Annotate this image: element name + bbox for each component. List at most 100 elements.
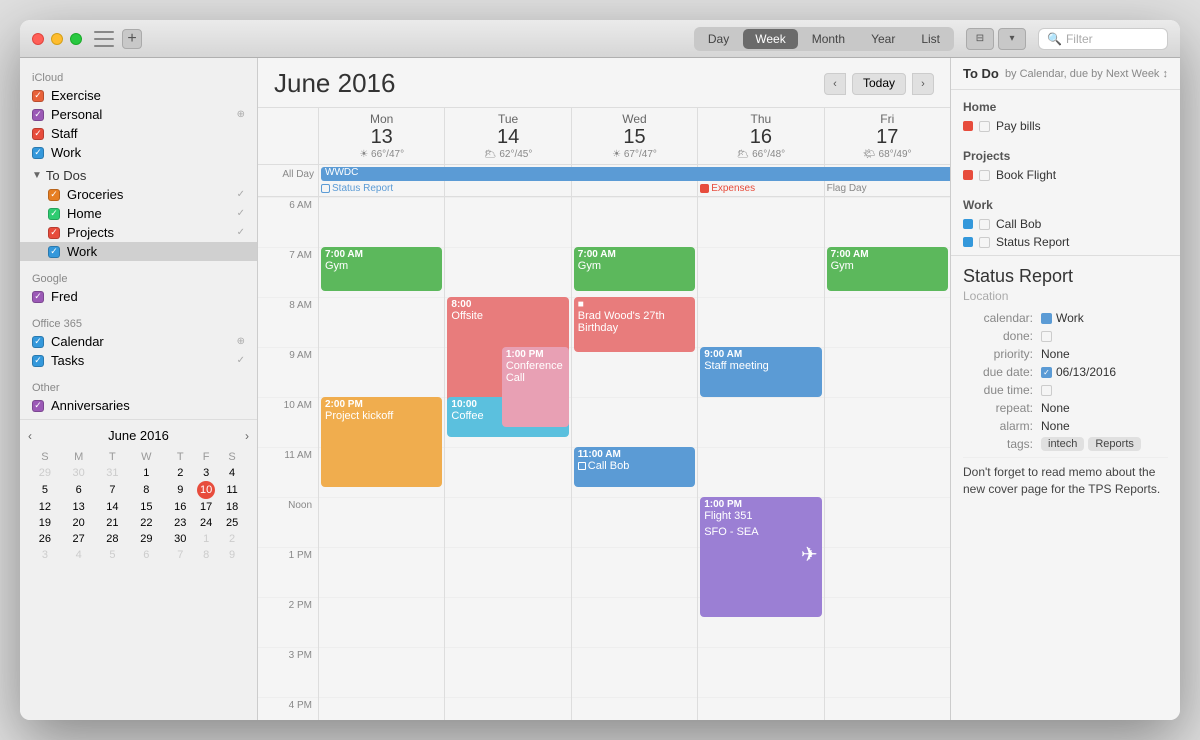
- time-scroll-area[interactable]: 6 AM 7 AM 8 AM 9 AM 10 AM 11 AM Noon 1 P…: [258, 197, 950, 720]
- mini-cal-prev[interactable]: ‹: [28, 429, 32, 443]
- sidebar-item-projects[interactable]: ✓ Projects ✓: [20, 223, 257, 242]
- mini-cal-day[interactable]: 29: [129, 531, 163, 547]
- mini-cal-day[interactable]: 14: [96, 499, 130, 515]
- add-calendar-button[interactable]: +: [122, 29, 142, 49]
- fri-gym-event[interactable]: 7:00 AM Gym: [827, 247, 948, 291]
- sidebar-item-calendar[interactable]: ✓ Calendar ⊕: [20, 332, 257, 351]
- tasks-checkbox[interactable]: ✓: [32, 355, 44, 367]
- sidebar-item-exercise[interactable]: ✓ Exercise: [20, 86, 257, 105]
- mini-cal-day[interactable]: 4: [215, 465, 249, 481]
- mini-cal-day[interactable]: 4: [62, 547, 96, 563]
- mini-cal-next[interactable]: ›: [245, 429, 249, 443]
- statusreport-checkbox[interactable]: [979, 237, 990, 248]
- allday-wwdc-event[interactable]: WWDC: [321, 167, 950, 181]
- thu-staffmeeting-event[interactable]: 9:00 AM Staff meeting: [700, 347, 821, 397]
- staff-checkbox[interactable]: ✓: [32, 128, 44, 140]
- tag-reports[interactable]: Reports: [1088, 437, 1141, 451]
- callbob-checkbox[interactable]: [979, 219, 990, 230]
- mini-cal-day[interactable]: 16: [163, 499, 197, 515]
- mon-project-event[interactable]: 2:00 PM Project kickoff: [321, 397, 442, 487]
- mini-cal-day[interactable]: 23: [163, 515, 197, 531]
- mini-cal-day[interactable]: 2: [163, 465, 197, 481]
- sidebar-item-fred[interactable]: ✓ Fred: [20, 287, 257, 306]
- sidebar-item-staff[interactable]: ✓ Staff: [20, 124, 257, 143]
- mini-cal-today[interactable]: 10: [197, 481, 215, 499]
- calendar-checkbox[interactable]: ✓: [32, 336, 44, 348]
- mini-cal-day[interactable]: 7: [163, 547, 197, 563]
- sidebar-item-work-todo[interactable]: ✓ Work: [20, 242, 257, 261]
- mini-cal-day[interactable]: 29: [28, 465, 62, 481]
- sidebar-item-anniversaries[interactable]: ✓ Anniversaries: [20, 396, 257, 415]
- mini-cal-day[interactable]: 27: [62, 531, 96, 547]
- duedate-checkbox[interactable]: ✓: [1041, 367, 1052, 378]
- mini-cal-day[interactable]: 30: [163, 531, 197, 547]
- next-week-button[interactable]: ›: [912, 73, 934, 95]
- mini-cal-day[interactable]: 30: [62, 465, 96, 481]
- mini-cal-day[interactable]: 24: [197, 515, 215, 531]
- projects-checkbox[interactable]: ✓: [48, 227, 60, 239]
- tab-day[interactable]: Day: [696, 29, 741, 49]
- wed-gym-event[interactable]: 7:00 AM Gym: [574, 247, 695, 291]
- mini-cal-day[interactable]: 3: [197, 465, 215, 481]
- fred-checkbox[interactable]: ✓: [32, 291, 44, 303]
- tab-month[interactable]: Month: [800, 29, 857, 49]
- duetime-checkbox[interactable]: [1041, 385, 1052, 396]
- mini-cal-day[interactable]: 3: [28, 547, 62, 563]
- mini-cal-day[interactable]: 18: [215, 499, 249, 515]
- todo-item-callbob[interactable]: Call Bob: [963, 215, 1168, 233]
- filter-input[interactable]: 🔍 Filter: [1038, 28, 1168, 50]
- mini-cal-day[interactable]: 11: [215, 481, 249, 499]
- work-checkbox[interactable]: ✓: [32, 147, 44, 159]
- todo-item-bookflight[interactable]: Book Flight: [963, 166, 1168, 184]
- groceries-checkbox[interactable]: ✓: [48, 189, 60, 201]
- todo-sort[interactable]: by Calendar, due by Next Week ↕: [1005, 68, 1168, 80]
- wed-birthday-event[interactable]: ■ Brad Wood's 27th Birthday: [574, 297, 695, 352]
- mini-cal-day[interactable]: 25: [215, 515, 249, 531]
- mini-cal-day[interactable]: 17: [197, 499, 215, 515]
- todo-item-paybills[interactable]: Pay bills: [963, 117, 1168, 135]
- tab-week[interactable]: Week: [743, 29, 797, 49]
- today-button[interactable]: Today: [852, 73, 906, 95]
- mini-cal-day[interactable]: 12: [28, 499, 62, 515]
- close-button[interactable]: [32, 33, 44, 45]
- prev-week-button[interactable]: ‹: [824, 73, 846, 95]
- mon-gym-event[interactable]: 7:00 AM Gym: [321, 247, 442, 291]
- mini-cal-day[interactable]: 15: [129, 499, 163, 515]
- sidebar-item-work[interactable]: ✓ Work: [20, 143, 257, 162]
- allday-expenses-event[interactable]: Expenses: [700, 183, 821, 194]
- sidebar-item-groceries[interactable]: ✓ Groceries ✓: [20, 185, 257, 204]
- wed-callbob-event[interactable]: 11:00 AM Call Bob: [574, 447, 695, 487]
- mini-cal-day[interactable]: 9: [163, 481, 197, 499]
- sidebar-item-personal[interactable]: ✓ Personal ⊕: [20, 105, 257, 124]
- mini-cal-day[interactable]: 8: [129, 481, 163, 499]
- mini-cal-day[interactable]: 8: [197, 547, 215, 563]
- mini-cal-day[interactable]: 1: [129, 465, 163, 481]
- allday-status-event[interactable]: Status Report: [321, 183, 442, 194]
- sidebar-item-home[interactable]: ✓ Home ✓: [20, 204, 257, 223]
- mini-cal-day[interactable]: 5: [96, 547, 130, 563]
- bookflight-checkbox[interactable]: [979, 170, 990, 181]
- mini-cal-day[interactable]: 5: [28, 481, 62, 499]
- exercise-checkbox[interactable]: ✓: [32, 90, 44, 102]
- paybills-checkbox[interactable]: [979, 121, 990, 132]
- mini-cal-day[interactable]: 2: [215, 531, 249, 547]
- mini-cal-day[interactable]: 7: [96, 481, 130, 499]
- mini-cal-day[interactable]: 21: [96, 515, 130, 531]
- thu-flight-event[interactable]: 1:00 PM Flight 351 SFO - SEA ✈: [700, 497, 821, 617]
- mini-cal-day[interactable]: 1: [197, 531, 215, 547]
- view-dropdown-button[interactable]: ▾: [998, 28, 1026, 50]
- tab-list[interactable]: List: [909, 29, 952, 49]
- personal-checkbox[interactable]: ✓: [32, 109, 44, 121]
- mini-cal-day[interactable]: 26: [28, 531, 62, 547]
- sidebar-toggle-button[interactable]: [94, 31, 114, 47]
- home-checkbox[interactable]: ✓: [48, 208, 60, 220]
- mini-cal-day[interactable]: 6: [62, 481, 96, 499]
- sidebar-item-tasks[interactable]: ✓ Tasks ✓: [20, 351, 257, 370]
- mini-cal-day[interactable]: 13: [62, 499, 96, 515]
- mini-cal-day[interactable]: 20: [62, 515, 96, 531]
- todos-collapse-toggle[interactable]: ▼ To Dos: [20, 166, 257, 185]
- done-checkbox[interactable]: [1041, 331, 1052, 342]
- anniversaries-checkbox[interactable]: ✓: [32, 400, 44, 412]
- mini-cal-day[interactable]: 31: [96, 465, 130, 481]
- minimize-button[interactable]: [51, 33, 63, 45]
